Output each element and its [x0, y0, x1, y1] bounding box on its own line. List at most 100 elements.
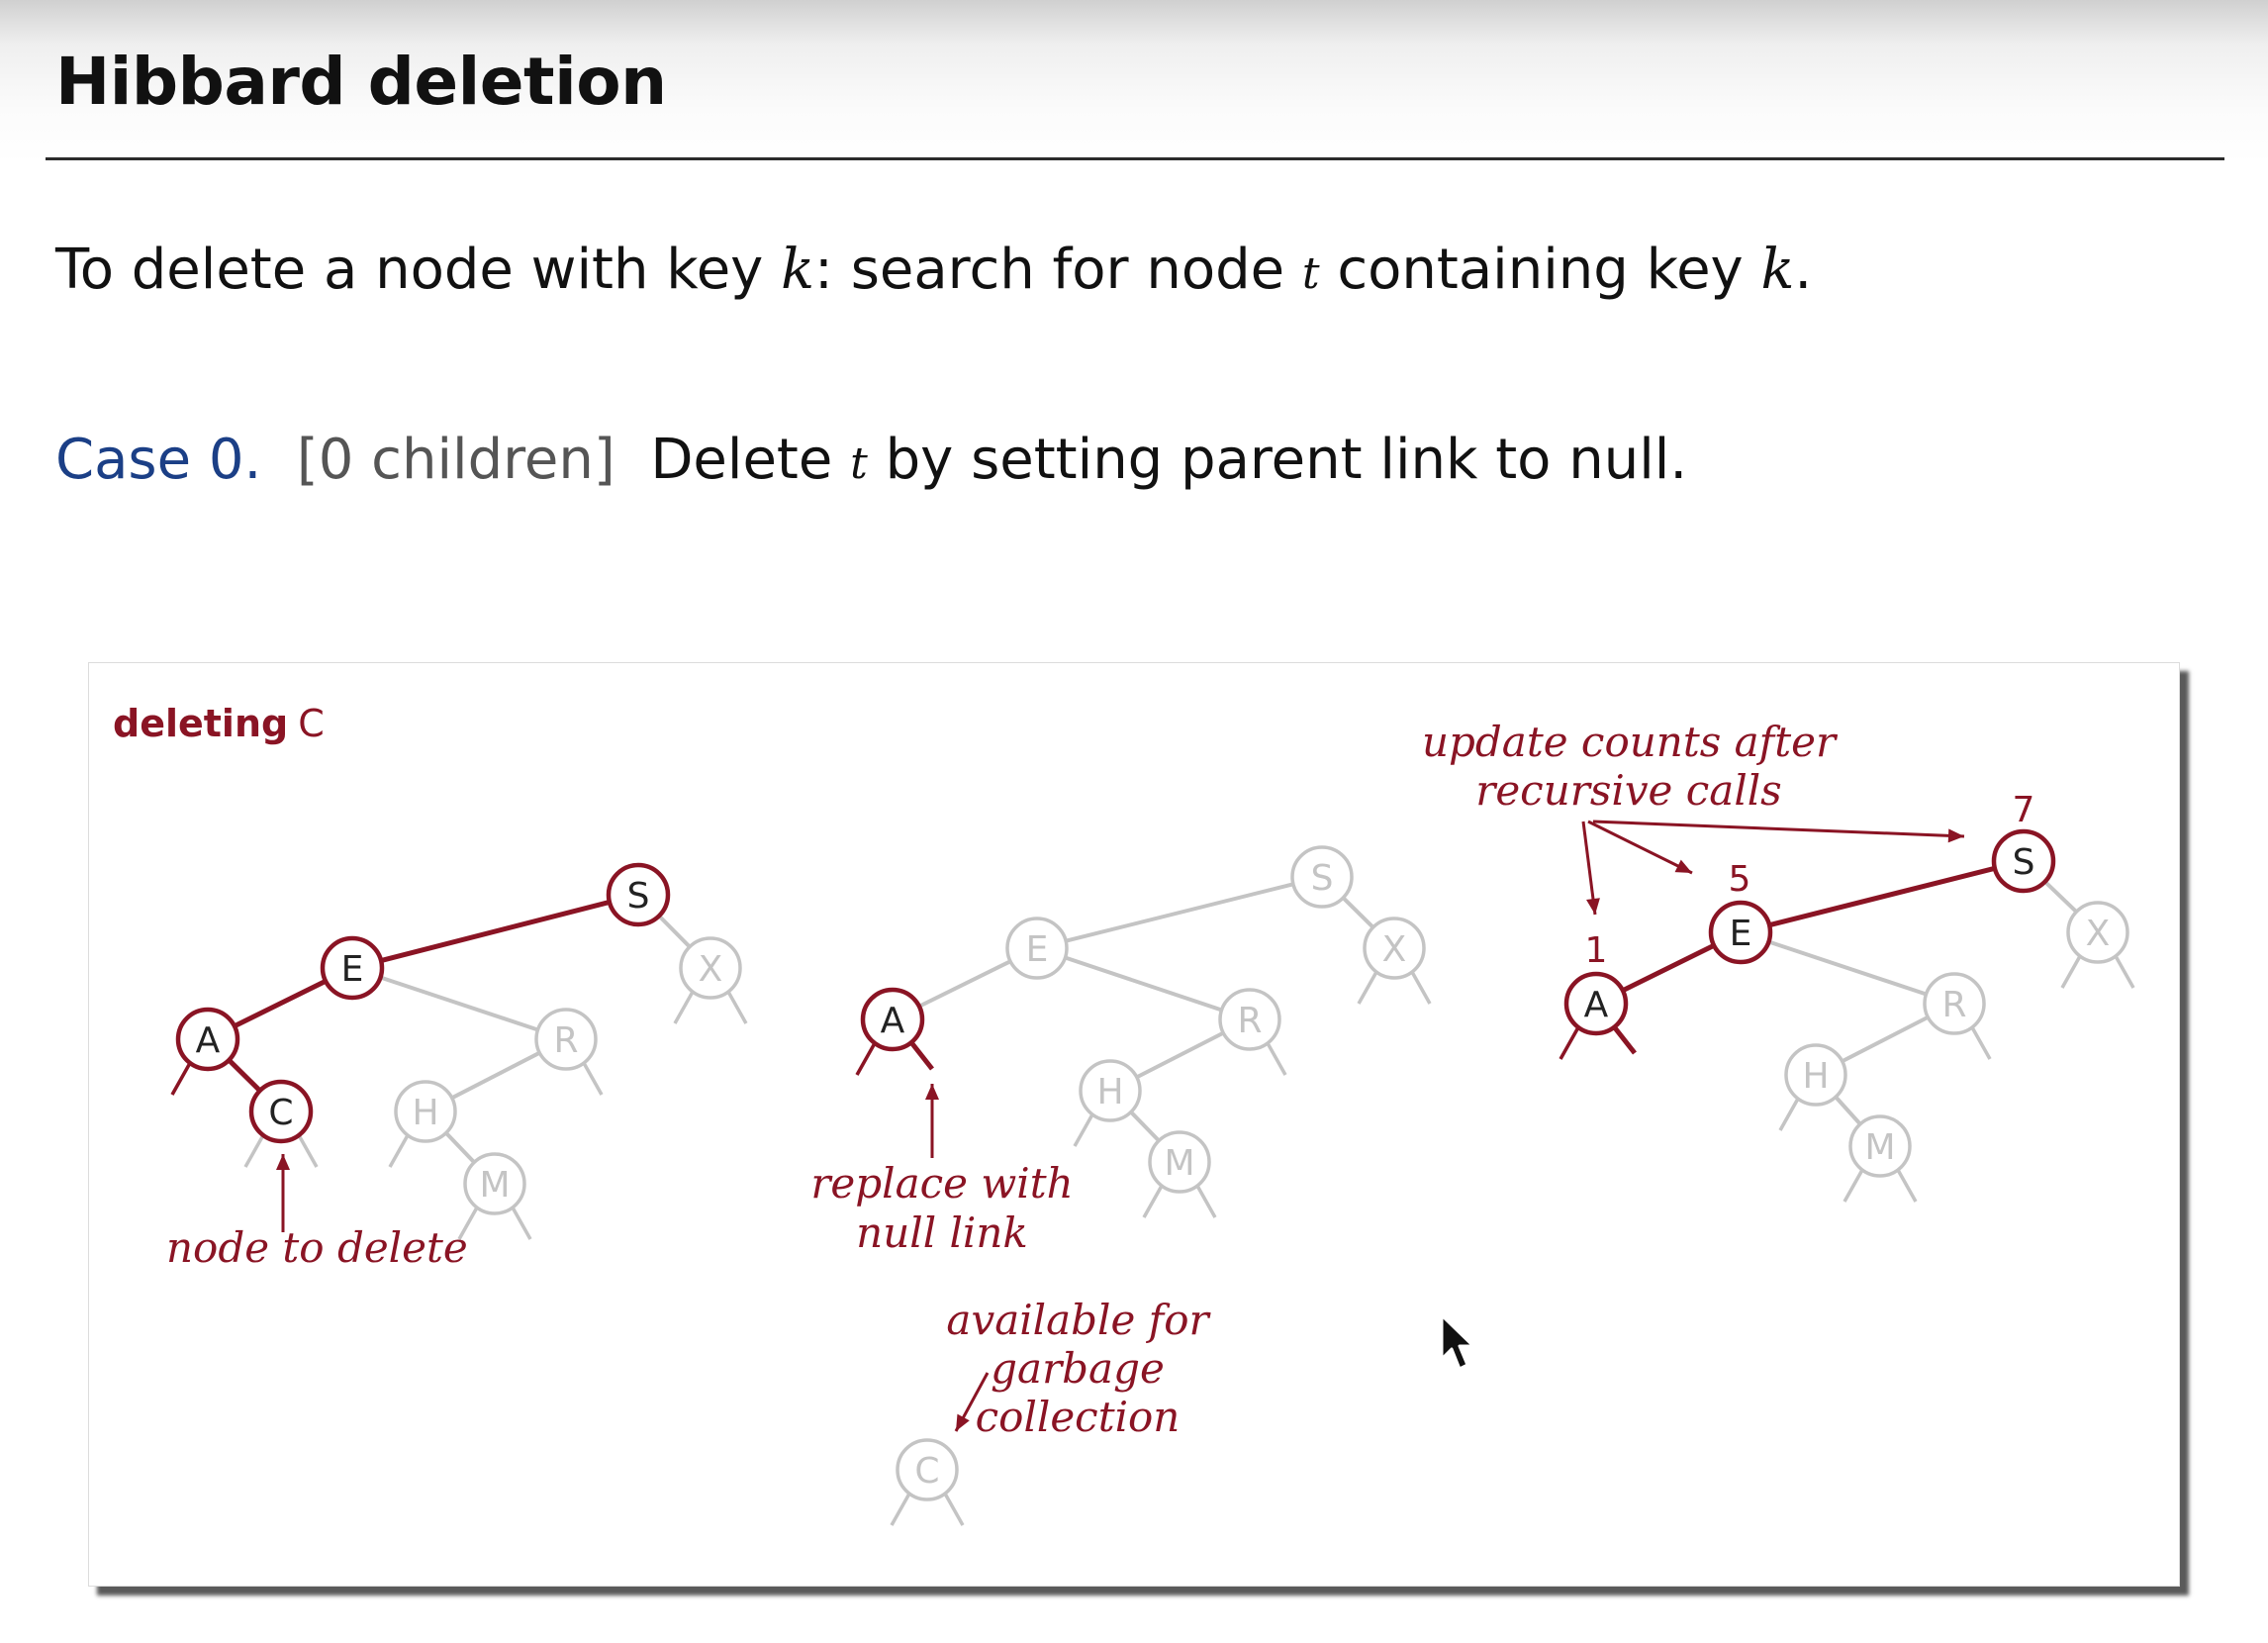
tree-link-3-s-x	[2043, 880, 2078, 914]
tree-node-key-3-e: E	[1730, 914, 1752, 954]
tree-node-3-x: X	[2066, 901, 2129, 964]
annotation-update-line-2: recursive calls	[1475, 766, 1781, 815]
case-bracket: [0 children]	[296, 428, 615, 492]
case-prefix: Delete	[650, 428, 851, 492]
annotation-replace-line-2: null link	[856, 1208, 1028, 1257]
null-link-1-a-left	[855, 1042, 877, 1076]
tree-link-1-r-h	[1135, 1030, 1225, 1080]
tree-node-key-0-s: S	[627, 876, 650, 917]
tree-node-key-1-x: X	[1382, 929, 1407, 970]
null-link-0-r-right	[582, 1062, 604, 1096]
tree-link-1-s-e	[1065, 882, 1294, 943]
tree-node-key-0-e: E	[341, 949, 364, 990]
intro-middle: : search for node	[814, 238, 1302, 302]
tree-node-0-s: S	[606, 862, 671, 927]
null-link-3-x-right	[2114, 955, 2135, 989]
arrow-count-s	[1592, 820, 1965, 843]
tree-node-1-e: E	[1005, 917, 1069, 980]
tree-node-key-0-h: H	[412, 1093, 438, 1133]
tree-node-key-1-e: E	[1026, 929, 1049, 970]
intro-end: .	[1794, 238, 1813, 302]
tree-node-3-e: E	[1708, 900, 1773, 965]
tree-node-1-x: X	[1363, 917, 1426, 980]
tree-link-1-s-x	[1341, 896, 1375, 929]
arrow-replace-null-head	[925, 1084, 939, 1100]
annotation-node-to-delete: node to delete	[166, 1223, 468, 1272]
tree-node-1-a: A	[860, 987, 925, 1052]
arrow-count-s-head	[1947, 828, 1964, 843]
null-link-highlight-1-0	[908, 1039, 934, 1071]
case-node-var: t	[850, 438, 868, 489]
intro-suffix: containing key	[1319, 238, 1761, 302]
tree-node-3-r: R	[1923, 972, 1986, 1035]
tree-node-key-1-r: R	[1237, 1001, 1262, 1041]
figure-title-key: C	[298, 702, 325, 745]
count-label-s: 7	[2013, 790, 2035, 830]
null-link-3-h-left	[1778, 1098, 1800, 1131]
tree-node-3-m: M	[1848, 1114, 1912, 1178]
null-link-3-x-left	[2060, 955, 2082, 989]
tree-node-key-1-s: S	[1311, 858, 1334, 899]
tree-link-0-e-a	[233, 979, 328, 1028]
null-link-2-c-right	[943, 1493, 965, 1526]
tree-link-0-h-m	[444, 1131, 476, 1164]
tree-link-1-h-m	[1129, 1111, 1161, 1142]
null-link-1-x-right	[1410, 971, 1432, 1005]
tree-node-0-c: C	[248, 1079, 314, 1144]
tree-node-0-a: A	[175, 1007, 240, 1072]
tree-link-3-e-a	[1621, 943, 1716, 993]
tree-node-key-3-x: X	[2086, 914, 2111, 954]
null-link-0-c-right	[297, 1134, 319, 1168]
intro-sentence: To delete a node with key k: search for …	[55, 238, 1812, 302]
tree-node-1-r: R	[1218, 988, 1281, 1051]
tree-link-3-r-h	[1841, 1015, 1930, 1064]
null-link-3-m-left	[1843, 1169, 1864, 1203]
null-link-0-c-left	[243, 1134, 265, 1168]
arrow-count-a-head	[1586, 898, 1600, 915]
null-link-3-r-right	[1970, 1026, 1992, 1060]
tree-node-0-x: X	[679, 936, 742, 1000]
tree-node-3-h: H	[1784, 1043, 1847, 1107]
tree-node-0-e: E	[320, 935, 385, 1001]
tree-node-0-r: R	[534, 1008, 598, 1071]
case-suffix: by setting parent link to null.	[867, 428, 1688, 492]
tree-node-1-m: M	[1148, 1130, 1211, 1194]
tree-node-key-2-c: C	[914, 1451, 939, 1492]
tree-node-1-h: H	[1079, 1059, 1142, 1122]
tree-node-key-3-a: A	[1584, 985, 1609, 1025]
intro-node-var: t	[1301, 248, 1320, 299]
arrow-replace-null	[925, 1084, 939, 1158]
slide-title: Hibbard deletion	[55, 44, 667, 120]
tree-node-3-a: A	[1563, 971, 1629, 1036]
tree-link-1-e-a	[918, 959, 1011, 1009]
arrow-count-a	[1581, 821, 1600, 916]
annotation-update-line-1: update counts after	[1422, 718, 1839, 766]
intro-prefix: To delete a node with key	[55, 238, 782, 302]
figure-title: deleting C	[113, 702, 325, 745]
null-link-2-c-left	[890, 1493, 911, 1526]
mouse-pointer-icon	[1440, 1313, 1475, 1371]
arrow-node-to-delete-head	[276, 1154, 290, 1170]
tree-node-key-1-a: A	[881, 1001, 905, 1041]
null-link-1-r-right	[1266, 1042, 1287, 1076]
tree-node-key-3-r: R	[1941, 985, 1966, 1025]
tree-link-1-e-r	[1064, 955, 1223, 1013]
tree-link-0-a-c	[227, 1058, 262, 1093]
null-link-1-h-left	[1073, 1113, 1094, 1147]
tree-node-0-h: H	[394, 1080, 457, 1143]
tree-link-3-e-r	[1767, 939, 1928, 997]
intro-key-var: k	[781, 238, 815, 302]
tree-link-3-h-m	[1834, 1095, 1862, 1126]
tree-node-key-0-a: A	[196, 1020, 221, 1061]
null-link-0-a-left	[170, 1062, 192, 1096]
tree-node-3-s: S	[1991, 828, 2056, 894]
arrow-node-to-delete	[276, 1154, 290, 1232]
annotation-garbage-line-3: collection	[976, 1393, 1181, 1441]
tree-node-0-m: M	[463, 1152, 526, 1215]
title-divider	[46, 157, 2224, 160]
null-link-0-x-right	[726, 991, 748, 1024]
tree-node-key-1-h: H	[1096, 1072, 1123, 1112]
tree-link-0-s-e	[380, 900, 611, 963]
arrow-count-e	[1587, 820, 1693, 875]
count-label-e: 5	[1729, 859, 1751, 900]
